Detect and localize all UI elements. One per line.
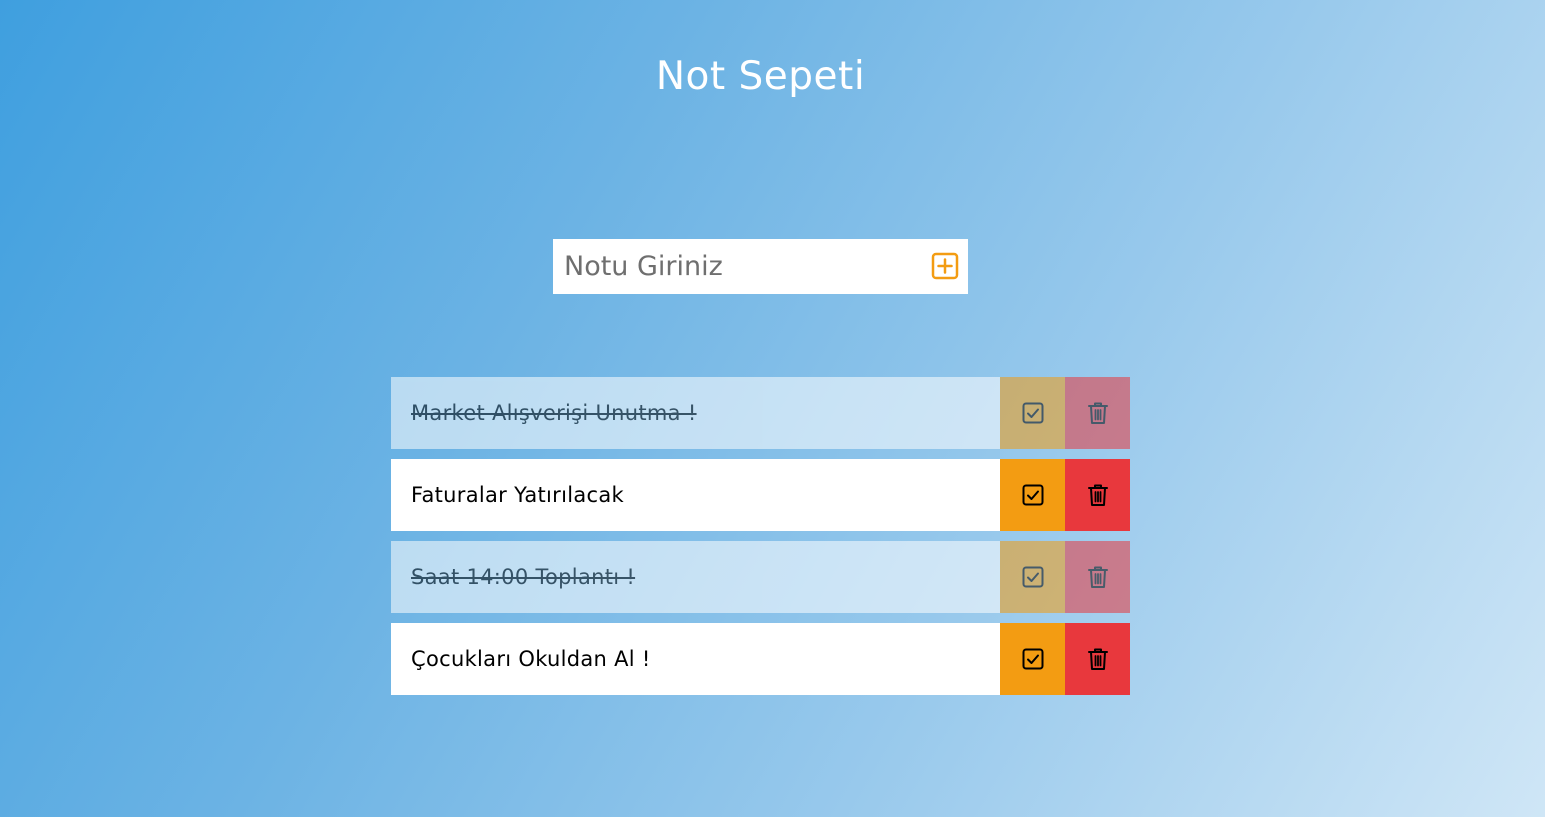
delete-button[interactable] (1065, 377, 1130, 449)
complete-button[interactable] (1000, 541, 1065, 613)
todo-list: Market Alışverişi Unutma ! Faturalar Yat… (391, 377, 1130, 705)
todo-text: Saat 14:00 Toplantı ! (411, 565, 636, 589)
trash-icon (1087, 648, 1108, 670)
todo-text: Faturalar Yatırılacak (411, 483, 624, 507)
trash-icon (1087, 402, 1108, 424)
add-note-button[interactable] (931, 252, 959, 280)
delete-button[interactable] (1065, 459, 1130, 531)
todo-text: Çocukları Okuldan Al ! (411, 647, 651, 671)
todo-item: Market Alışverişi Unutma ! (391, 377, 1130, 449)
complete-button[interactable] (1000, 377, 1065, 449)
todo-item: Çocukları Okuldan Al ! (391, 623, 1130, 695)
page-title: Not Sepeti (655, 54, 866, 99)
todo-item: Saat 14:00 Toplantı ! (391, 541, 1130, 613)
todo-item: Faturalar Yatırılacak (391, 459, 1130, 531)
note-input[interactable] (553, 239, 913, 294)
delete-button[interactable] (1065, 623, 1130, 695)
plus-square-icon (931, 252, 959, 280)
check-square-icon (1022, 566, 1043, 588)
check-square-icon (1022, 648, 1043, 670)
trash-icon (1087, 566, 1108, 588)
delete-button[interactable] (1065, 541, 1130, 613)
note-form (553, 239, 968, 294)
todo-text: Market Alışverişi Unutma ! (411, 401, 697, 425)
check-square-icon (1022, 402, 1043, 424)
complete-button[interactable] (1000, 459, 1065, 531)
complete-button[interactable] (1000, 623, 1065, 695)
check-square-icon (1022, 484, 1043, 506)
trash-icon (1087, 484, 1108, 506)
